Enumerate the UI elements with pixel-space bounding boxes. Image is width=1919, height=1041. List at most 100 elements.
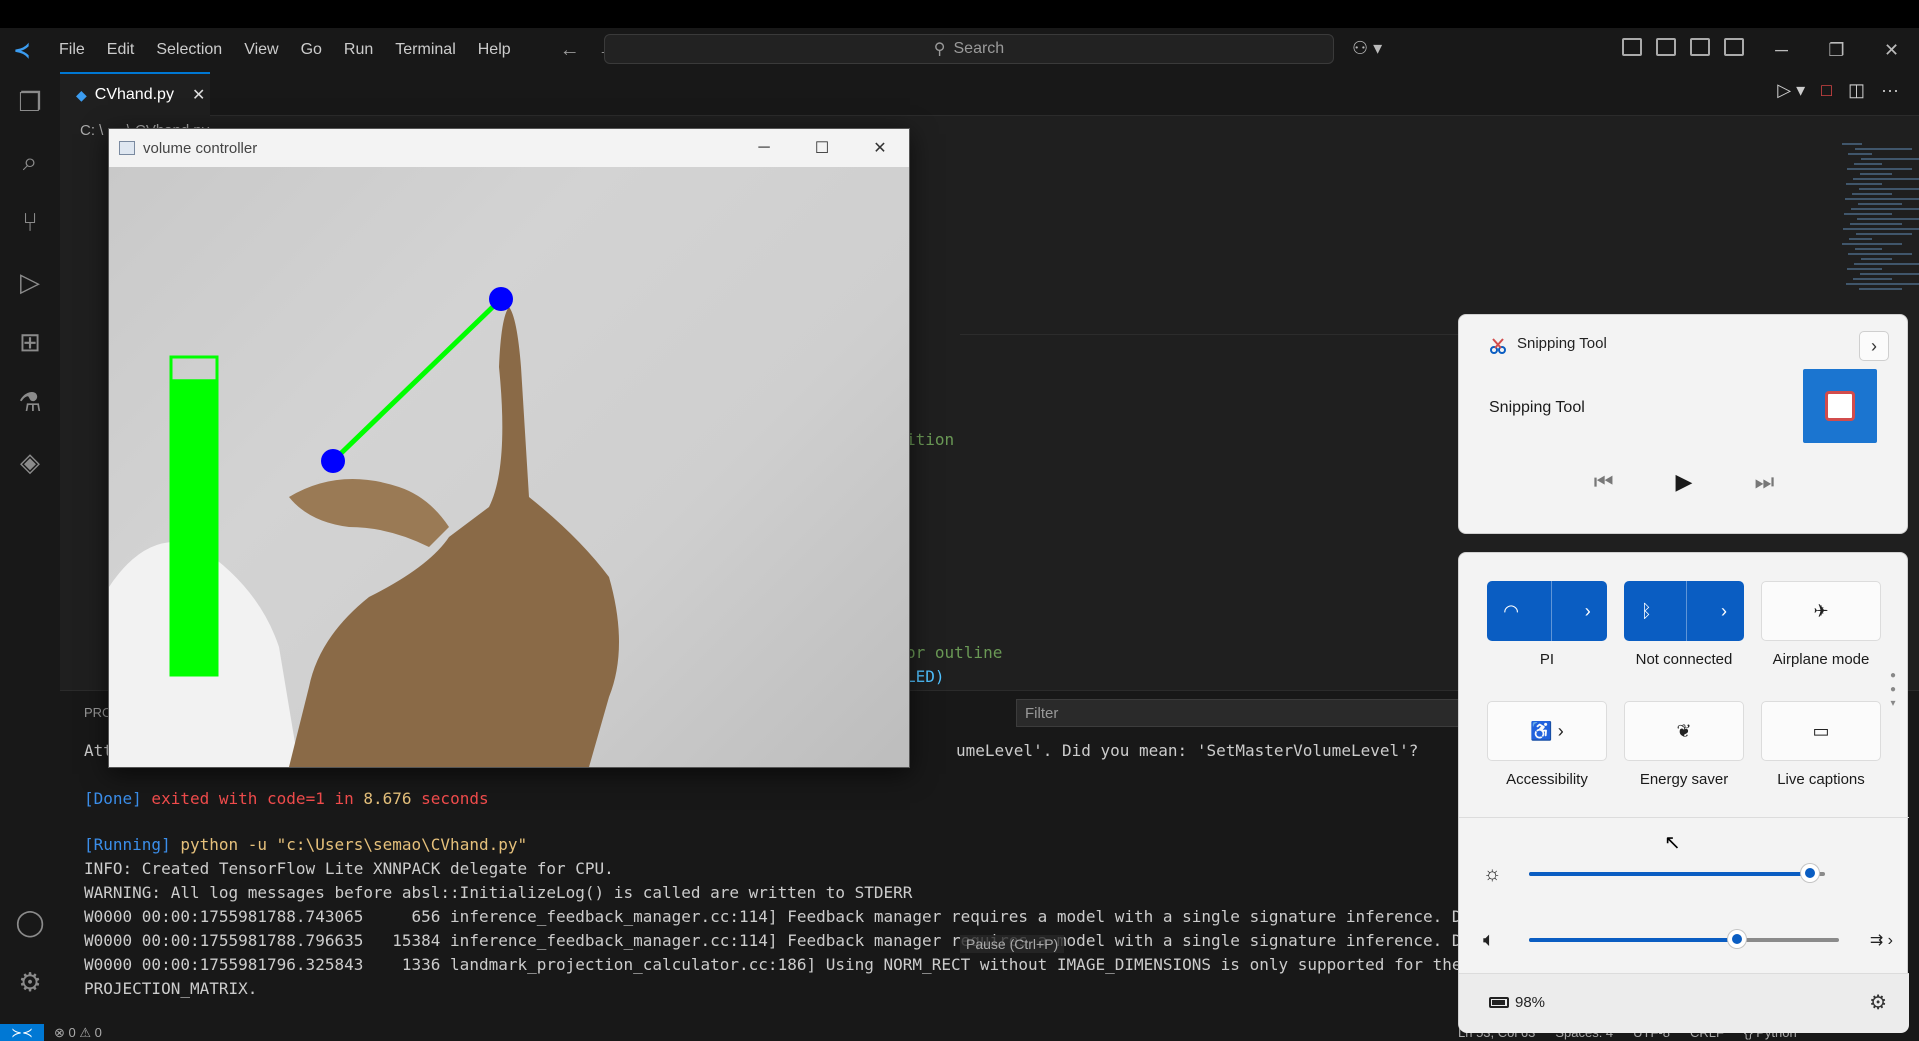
- quick-settings-footer: 98% ⚙: [1459, 973, 1909, 1033]
- extensions-icon[interactable]: ⊞: [14, 326, 46, 358]
- tab-label: CVhand.py: [94, 86, 174, 103]
- play-icon[interactable]: ▶: [1676, 469, 1693, 495]
- search-view-icon[interactable]: ⌕: [14, 146, 46, 178]
- toggle-secondary-sidebar-icon[interactable]: [1724, 38, 1744, 56]
- snipping-tool-icon: [1490, 338, 1506, 354]
- minimap-line: [1846, 183, 1882, 185]
- bluetooth-tile[interactable]: ᛒ ›: [1624, 581, 1744, 641]
- menu-view[interactable]: View: [233, 28, 289, 72]
- audio-output-chevron-icon[interactable]: ⇉ ›: [1870, 930, 1893, 950]
- run-debug-icon[interactable]: ▷: [14, 266, 46, 298]
- tab-close-icon[interactable]: ✕: [192, 85, 205, 105]
- python-icon[interactable]: ◈: [14, 446, 46, 478]
- run-file-icon[interactable]: ▷ ▾: [1777, 80, 1805, 101]
- brightness-slider-row: ☼: [1483, 859, 1893, 889]
- minimap-line: [1845, 198, 1919, 200]
- problems-count[interactable]: ⊗ 0 ⚠ 0: [54, 1025, 102, 1041]
- window-close-icon[interactable]: ✕: [851, 129, 909, 167]
- index-tip-marker: [489, 287, 513, 311]
- output-line-running: [Running] python -u "c:\Users\semao\CVha…: [84, 835, 528, 854]
- next-track-icon[interactable]: ⏭: [1754, 469, 1774, 495]
- window-maximize-icon[interactable]: ☐: [793, 129, 851, 167]
- source-control-icon[interactable]: ⑂: [14, 206, 46, 238]
- explorer-icon[interactable]: ❐: [14, 86, 46, 118]
- volume-controller-window[interactable]: volume controller ─ ☐ ✕: [108, 128, 910, 768]
- page-dots[interactable]: ● ● ▾: [1889, 669, 1897, 711]
- output-line-error: umeLevel'. Did you mean: 'SetMasterVolum…: [956, 741, 1419, 760]
- minimap[interactable]: [1842, 140, 1919, 310]
- search-icon: ⚲: [933, 41, 946, 58]
- wifi-tile[interactable]: ◠ ›: [1487, 581, 1607, 641]
- brightness-sun-icon: ☼: [1483, 862, 1502, 885]
- output-line: INFO: Created TensorFlow Lite XNNPACK de…: [84, 859, 614, 878]
- live-captions-tile[interactable]: ▭: [1761, 701, 1881, 761]
- menu-run[interactable]: Run: [333, 28, 384, 72]
- brightness-slider-thumb[interactable]: [1801, 864, 1820, 882]
- camera-frame-svg: [109, 287, 619, 767]
- brightness-track[interactable]: [1529, 864, 1825, 882]
- minimap-line: [1846, 283, 1919, 285]
- airplane-mode-tile[interactable]: ✈: [1761, 581, 1881, 641]
- energy-saver-tile[interactable]: ❦: [1624, 701, 1744, 761]
- quick-settings-panel: ◠ › ᛒ › ✈ PI Not connected Airplane mode ♿…: [1458, 552, 1909, 1033]
- python-file-icon: ◆: [76, 86, 87, 103]
- speaker-icon: 🔈︎: [1483, 928, 1495, 951]
- menu-edit[interactable]: Edit: [96, 28, 146, 72]
- customize-layout-icon[interactable]: [1622, 38, 1642, 56]
- menu-terminal[interactable]: Terminal: [384, 28, 466, 72]
- battery-icon: [1489, 997, 1509, 1008]
- minimap-line: [1857, 218, 1919, 220]
- menu-go[interactable]: Go: [290, 28, 333, 72]
- volume-track[interactable]: [1529, 930, 1839, 948]
- toggle-panel-icon[interactable]: [1690, 38, 1710, 56]
- minimap-line: [1856, 233, 1912, 235]
- restore-icon[interactable]: ❐: [1809, 28, 1864, 72]
- window-app-icon: [119, 141, 135, 155]
- stop-icon[interactable]: □: [1821, 80, 1832, 101]
- airplane-icon: ✈: [1813, 600, 1829, 621]
- more-actions-icon[interactable]: ···: [1881, 80, 1899, 101]
- code-fragment: LED): [906, 667, 945, 686]
- settings-gear-icon[interactable]: ⚙: [1869, 990, 1887, 1015]
- back-arrow-icon[interactable]: ←: [560, 39, 580, 62]
- tile-label: Live captions: [1777, 771, 1865, 788]
- bluetooth-chevron-icon[interactable]: ›: [1721, 601, 1727, 622]
- testing-flask-icon[interactable]: ⚗: [14, 386, 46, 418]
- wifi-chevron-icon[interactable]: ›: [1585, 601, 1591, 622]
- previous-track-icon[interactable]: ⏮: [1594, 469, 1614, 495]
- volume-slider-thumb[interactable]: [1727, 930, 1746, 948]
- output-filter-input[interactable]: Filter: [1016, 699, 1524, 727]
- battery-status[interactable]: 98%: [1489, 994, 1545, 1011]
- tab-cvhand[interactable]: ◆ CVhand.py ✕: [60, 72, 210, 116]
- volume-bar-fill: [171, 379, 217, 675]
- copilot-icon[interactable]: ⚇ ▾: [1352, 38, 1382, 59]
- minimap-line: [1842, 243, 1902, 245]
- chevron-right-icon[interactable]: ›: [1859, 331, 1889, 361]
- accounts-icon[interactable]: ◯: [14, 906, 46, 938]
- window-minimize-icon[interactable]: ─: [735, 129, 793, 167]
- manage-gear-icon[interactable]: ⚙: [14, 966, 46, 998]
- screen-top-edge: [0, 0, 1919, 28]
- toggle-sidebar-icon[interactable]: [1656, 38, 1676, 56]
- minimap-line: [1859, 188, 1919, 190]
- minimap-line: [1860, 173, 1892, 175]
- split-editor-icon[interactable]: ◫: [1848, 80, 1865, 101]
- media-flyout: Snipping Tool › Snipping Tool ⏮ ▶ ⏭: [1458, 314, 1908, 534]
- close-icon[interactable]: ✕: [1864, 28, 1919, 72]
- search-label: Search: [953, 40, 1005, 57]
- command-center-search[interactable]: ⚲ Search: [604, 34, 1334, 64]
- accessibility-tile[interactable]: ♿ ›: [1487, 701, 1607, 761]
- minimize-icon[interactable]: ─: [1754, 28, 1809, 72]
- battery-percent: 98%: [1515, 994, 1546, 1011]
- menu-selection[interactable]: Selection: [145, 28, 233, 72]
- tile-label: Energy saver: [1639, 771, 1729, 788]
- camera-feed: [109, 167, 909, 767]
- menu-file[interactable]: File: [48, 28, 96, 72]
- vscode-logo-icon: ≺: [13, 39, 31, 62]
- volume-fill: [1529, 938, 1737, 942]
- code-comment-fragment: ition: [906, 430, 955, 449]
- finger-distance-line: [331, 297, 503, 463]
- media-app-name: Snipping Tool: [1517, 335, 1607, 352]
- menu-help[interactable]: Help: [467, 28, 522, 72]
- remote-indicator-icon[interactable]: ≻≺: [0, 1024, 44, 1041]
